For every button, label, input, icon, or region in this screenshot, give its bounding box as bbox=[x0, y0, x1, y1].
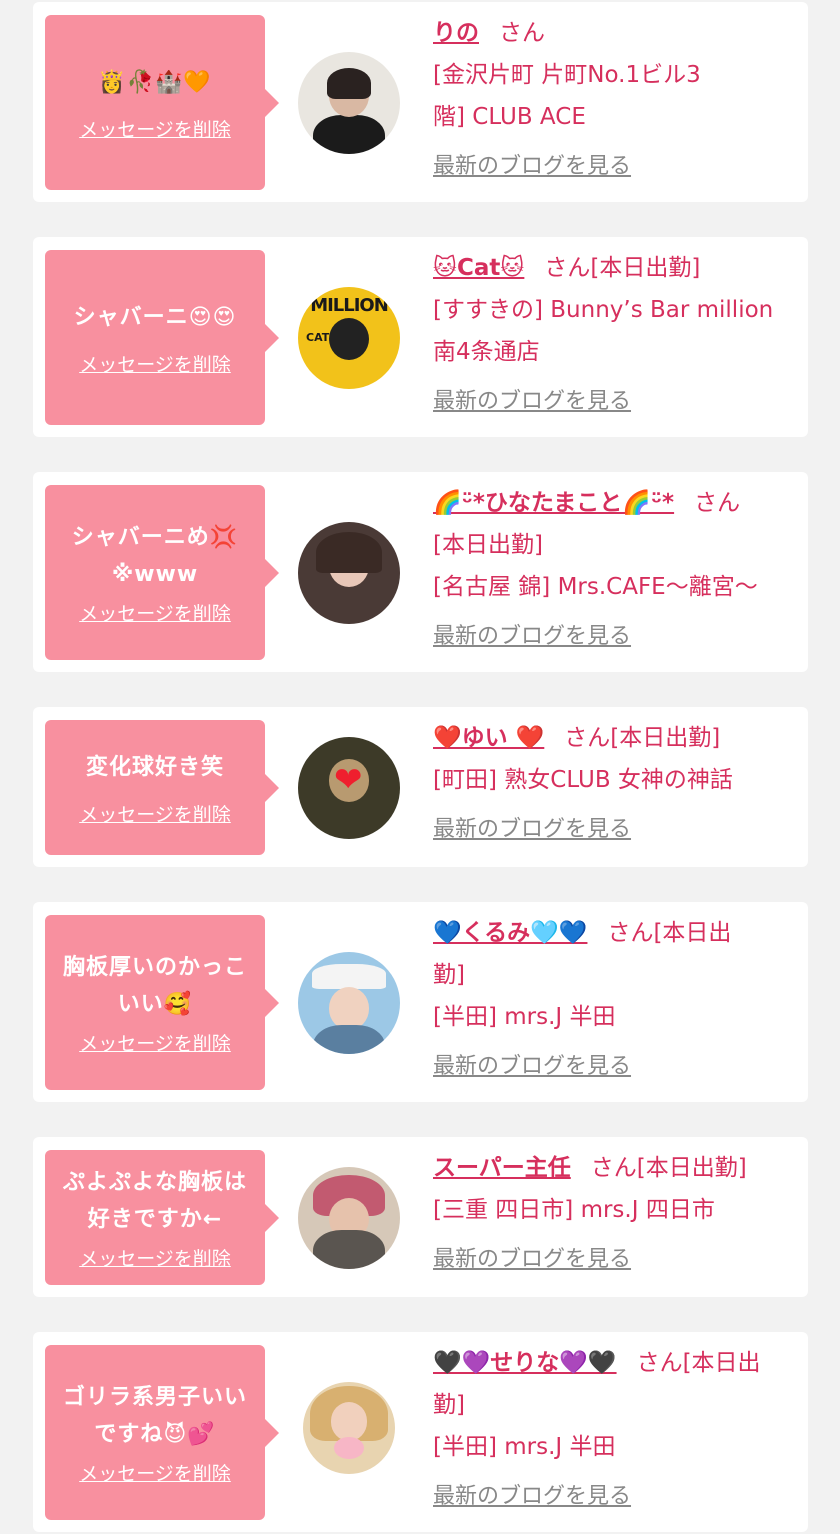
message-text: 胸板厚いのかっこ bbox=[62, 955, 247, 980]
message-text: いい🥰 bbox=[117, 992, 193, 1017]
shop-line: 南4条通店 bbox=[433, 339, 540, 365]
message-card: シャバーニめ💢 ※www メッセージを削除 🌈ᵕ̈*ひなたまこと🌈ᵕ̈* さん [… bbox=[33, 472, 808, 672]
message-text: 👸🥀🏰🧡 bbox=[98, 69, 212, 95]
message-text: 変化球好き笑 bbox=[85, 754, 224, 780]
profile-info: りの さん [金沢片町 片町No.1ビル3 階] CLUB ACE 最新のブログを… bbox=[433, 12, 798, 188]
message-text: ※www bbox=[111, 562, 199, 587]
avatar[interactable] bbox=[298, 522, 400, 624]
message-text: ぷよぷよな胸板は bbox=[62, 1170, 247, 1195]
message-bubble: 👸🥀🏰🧡 メッセージを削除 bbox=[45, 15, 279, 190]
message-bubble: ぷよぷよな胸板は 好きですか← メッセージを削除 bbox=[45, 1150, 279, 1285]
view-blog-link[interactable]: 最新のブログを見る bbox=[433, 1476, 631, 1518]
shop-line: [町田] 熟女CLUB 女神の神話 bbox=[433, 767, 733, 793]
view-blog-link[interactable]: 最新のブログを見る bbox=[433, 616, 631, 658]
delete-message-link[interactable]: メッセージを削除 bbox=[79, 350, 231, 377]
message-text: ゴリラ系男子いい bbox=[62, 1385, 247, 1410]
message-card: 👸🥀🏰🧡 メッセージを削除 りの さん [金沢片町 片町No.1ビル3 階] CL… bbox=[33, 2, 808, 202]
profile-suffix: さん[本日出勤] bbox=[590, 1155, 747, 1181]
shop-line: [金沢片町 片町No.1ビル3 bbox=[433, 62, 701, 88]
message-card: ぷよぷよな胸板は 好きですか← メッセージを削除 スーパー主任 さん[本日出勤] … bbox=[33, 1137, 808, 1297]
profile-suffix: さん[本日出 bbox=[636, 1350, 761, 1376]
profile-info: スーパー主任 さん[本日出勤] [三重 四日市] mrs.J 四日市 最新のブログ… bbox=[433, 1147, 798, 1281]
delete-message-link[interactable]: メッセージを削除 bbox=[79, 1244, 231, 1271]
profile-suffix: さん[本日出勤] bbox=[544, 255, 701, 281]
avatar[interactable] bbox=[298, 1167, 400, 1269]
avatar[interactable] bbox=[303, 1382, 395, 1474]
delete-message-link[interactable]: メッセージを削除 bbox=[79, 115, 231, 142]
avatar[interactable]: MILLION CAT bbox=[298, 287, 400, 389]
profile-info: 🖤💜せりな💜🖤 さん[本日出 勤] [半田] mrs.J 半田 最新のブログを見る bbox=[433, 1342, 798, 1518]
message-bubble: 胸板厚いのかっこ いい🥰 メッセージを削除 bbox=[45, 915, 279, 1090]
heart-icon: ❤ bbox=[334, 760, 363, 800]
shop-line: [半田] mrs.J 半田 bbox=[433, 1434, 616, 1460]
profile-suffix: さん bbox=[499, 20, 545, 46]
delete-message-link[interactable]: メッセージを削除 bbox=[79, 1029, 231, 1056]
shop-line: [名古屋 錦] Mrs.CAFE～離宮～ bbox=[433, 574, 758, 600]
message-bubble: シャバーニめ💢 ※www メッセージを削除 bbox=[45, 485, 279, 660]
avatar[interactable]: ❤ bbox=[298, 737, 400, 839]
profile-name-link[interactable]: 🌈ᵕ̈*ひなたまこと🌈ᵕ̈* bbox=[433, 490, 674, 516]
avatar-magazine-label: CAT bbox=[306, 331, 330, 344]
view-blog-link[interactable]: 最新のブログを見る bbox=[433, 809, 631, 851]
shop-line: [すすきの] Bunny’s Bar million bbox=[433, 297, 774, 323]
message-card: シャバーニ😍😍 メッセージを削除 MILLION CAT 🐱Cat🐱 さん[本日出… bbox=[33, 237, 808, 437]
profile-name-link[interactable]: ❤️ゆい ❤️ bbox=[433, 725, 544, 751]
message-card: 変化球好き笑 メッセージを削除 ❤ ❤️ゆい ❤️ さん[本日出勤] [町田] 熟… bbox=[33, 707, 808, 867]
view-blog-link[interactable]: 最新のブログを見る bbox=[433, 1239, 631, 1281]
profile-info: 🐱Cat🐱 さん[本日出勤] [すすきの] Bunny’s Bar million… bbox=[433, 247, 798, 423]
shop-line: 勤] bbox=[433, 1392, 465, 1418]
profile-name-link[interactable]: スーパー主任 bbox=[433, 1155, 571, 1181]
message-text: ですね😈💕 bbox=[94, 1422, 216, 1447]
message-card: 胸板厚いのかっこ いい🥰 メッセージを削除 💙くるみ🩵💙 さん[本日出 勤] [半… bbox=[33, 902, 808, 1102]
message-bubble: ゴリラ系男子いい ですね😈💕 メッセージを削除 bbox=[45, 1345, 279, 1520]
shop-line: [本日出勤] bbox=[433, 532, 543, 558]
profile-name-link[interactable]: 🐱Cat🐱 bbox=[433, 255, 524, 281]
shop-line: [半田] mrs.J 半田 bbox=[433, 1004, 616, 1030]
profile-suffix: さん[本日出勤] bbox=[564, 725, 721, 751]
profile-name-link[interactable]: 💙くるみ🩵💙 bbox=[433, 920, 587, 946]
profile-info: 🌈ᵕ̈*ひなたまこと🌈ᵕ̈* さん [本日出勤] [名古屋 錦] Mrs.CAFE… bbox=[433, 482, 798, 658]
avatar[interactable] bbox=[298, 52, 400, 154]
message-bubble: 変化球好き笑 メッセージを削除 bbox=[45, 720, 279, 855]
shop-line: 階] CLUB ACE bbox=[433, 104, 586, 130]
view-blog-link[interactable]: 最新のブログを見る bbox=[433, 146, 631, 188]
message-text: シャバーニめ💢 bbox=[71, 525, 239, 550]
avatar-magazine-title: MILLION bbox=[310, 295, 389, 316]
message-bubble: シャバーニ😍😍 メッセージを削除 bbox=[45, 250, 279, 425]
delete-message-link[interactable]: メッセージを削除 bbox=[79, 800, 231, 827]
profile-info: 💙くるみ🩵💙 さん[本日出 勤] [半田] mrs.J 半田 最新のブログを見る bbox=[433, 912, 798, 1088]
profile-suffix: さん[本日出 bbox=[607, 920, 732, 946]
profile-name-link[interactable]: りの bbox=[433, 20, 479, 46]
shop-line: [三重 四日市] mrs.J 四日市 bbox=[433, 1197, 715, 1223]
message-text: シャバーニ😍😍 bbox=[73, 304, 237, 330]
delete-message-link[interactable]: メッセージを削除 bbox=[79, 599, 231, 626]
delete-message-link[interactable]: メッセージを削除 bbox=[79, 1459, 231, 1486]
view-blog-link[interactable]: 最新のブログを見る bbox=[433, 381, 631, 423]
profile-suffix: さん bbox=[694, 490, 741, 516]
avatar[interactable] bbox=[298, 952, 400, 1054]
view-blog-link[interactable]: 最新のブログを見る bbox=[433, 1046, 631, 1088]
shop-line: 勤] bbox=[433, 962, 465, 988]
message-card: ゴリラ系男子いい ですね😈💕 メッセージを削除 🖤💜せりな💜🖤 さん[本日出 勤]… bbox=[33, 1332, 808, 1532]
profile-info: ❤️ゆい ❤️ さん[本日出勤] [町田] 熟女CLUB 女神の神話 最新のブログ… bbox=[433, 717, 798, 851]
message-text: 好きですか← bbox=[87, 1207, 223, 1232]
profile-name-link[interactable]: 🖤💜せりな💜🖤 bbox=[433, 1350, 617, 1376]
